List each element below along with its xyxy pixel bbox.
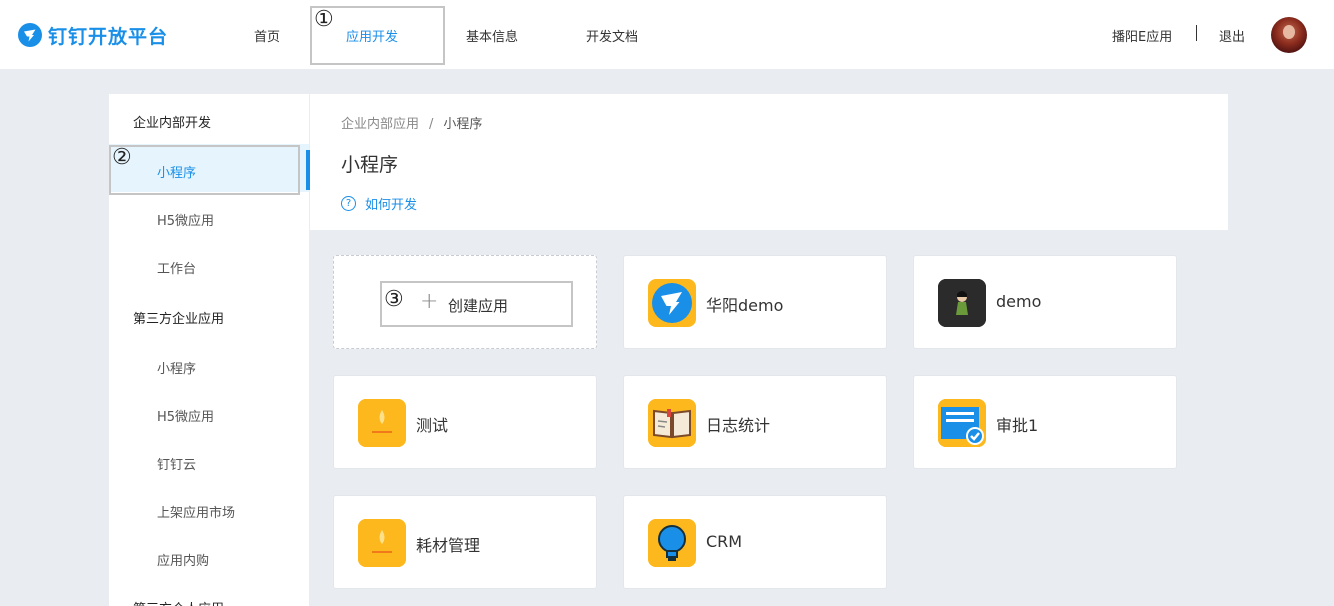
- logo-text: 钉钉开放平台: [48, 25, 169, 48]
- dingtalk-logo-icon: [18, 23, 42, 47]
- app-name: 日志统计: [706, 416, 771, 435]
- sidebar-item-tp-market[interactable]: 上架应用市场: [157, 502, 235, 521]
- sidebar-group-third-party-enterprise: 第三方企业应用: [133, 312, 225, 327]
- nav-basic-info[interactable]: 基本信息: [466, 26, 518, 45]
- sidebar-item-internal-h5[interactable]: H5微应用: [157, 210, 214, 229]
- lightbulb-app-icon: [648, 519, 696, 567]
- plus-icon: +: [420, 289, 439, 314]
- app-card[interactable]: 审批1: [913, 375, 1177, 469]
- breadcrumb: 企业内部应用 / 小程序: [341, 113, 482, 132]
- sidebar-active-highlight: [109, 144, 309, 192]
- org-name[interactable]: 播阳E应用: [1112, 26, 1172, 45]
- app-card[interactable]: demo: [913, 255, 1177, 349]
- app-card[interactable]: 日志统计: [623, 375, 887, 469]
- sidebar-group-third-party-personal: 第三方个人应用: [133, 598, 224, 606]
- breadcrumb-current: 小程序: [443, 117, 483, 132]
- sidebar: 企业内部开发 小程序 H5微应用 工作台 第三方企业应用 小程序 H5微应用 钉…: [109, 94, 309, 606]
- sidebar-group-internal: 企业内部开发: [133, 116, 212, 131]
- app-card[interactable]: 耗材管理: [333, 495, 597, 589]
- nav-dev-docs[interactable]: 开发文档: [586, 26, 638, 45]
- content-header: 企业内部应用 / 小程序 小程序 ? 如何开发: [310, 94, 1228, 230]
- create-app-label: 创建应用: [448, 297, 509, 315]
- create-app-card[interactable]: ③ + 创建应用: [333, 255, 597, 349]
- logo[interactable]: 钉钉开放平台: [18, 21, 168, 49]
- sidebar-item-tp-miniprogram[interactable]: 小程序: [157, 358, 196, 377]
- app-name: 华阳demo: [706, 296, 784, 315]
- sidebar-item-internal-workbench[interactable]: 工作台: [157, 258, 196, 277]
- how-to-develop-link[interactable]: ? 如何开发: [341, 194, 417, 213]
- app-card[interactable]: CRM: [623, 495, 887, 589]
- nav-home[interactable]: 首页: [254, 26, 280, 45]
- approval-app-icon: [938, 399, 986, 447]
- nav-app-development[interactable]: 应用开发: [346, 26, 398, 45]
- annotation-number-2: ②: [112, 145, 132, 170]
- yellow-default-app-icon: [358, 399, 406, 447]
- breadcrumb-parent[interactable]: 企业内部应用: [341, 117, 419, 132]
- app-card[interactable]: 测试: [333, 375, 597, 469]
- app-name: 测试: [416, 416, 449, 435]
- app-name: demo: [996, 292, 1042, 311]
- app-card[interactable]: 华阳demo: [623, 255, 887, 349]
- book-app-icon: [648, 399, 696, 447]
- character-app-icon: [938, 279, 986, 327]
- breadcrumb-separator: /: [429, 117, 434, 132]
- annotation-number-1: ①: [314, 7, 334, 32]
- create-app-button[interactable]: ③ + 创建应用: [380, 281, 573, 327]
- sidebar-item-tp-inapp-purchase[interactable]: 应用内购: [157, 550, 209, 569]
- top-header: 钉钉开放平台 首页 应用开发 基本信息 开发文档 播阳E应用 退出: [0, 0, 1334, 69]
- sidebar-item-internal-miniprogram[interactable]: 小程序: [157, 162, 196, 181]
- header-divider: [1196, 25, 1197, 41]
- help-circle-icon: ?: [341, 196, 356, 211]
- sidebar-item-tp-dingcloud[interactable]: 钉钉云: [157, 454, 196, 473]
- app-name: 耗材管理: [416, 536, 481, 555]
- yellow-default-app-icon: [358, 519, 406, 567]
- how-to-develop-label: 如何开发: [365, 198, 418, 213]
- sidebar-item-tp-h5[interactable]: H5微应用: [157, 406, 214, 425]
- logout-link[interactable]: 退出: [1219, 26, 1245, 45]
- avatar[interactable]: [1271, 17, 1307, 53]
- app-name: 审批1: [996, 416, 1039, 435]
- dingtalk-app-icon: [648, 279, 696, 327]
- app-name: CRM: [706, 532, 743, 551]
- annotation-number-3: ③: [384, 287, 404, 312]
- page-title: 小程序: [341, 154, 399, 176]
